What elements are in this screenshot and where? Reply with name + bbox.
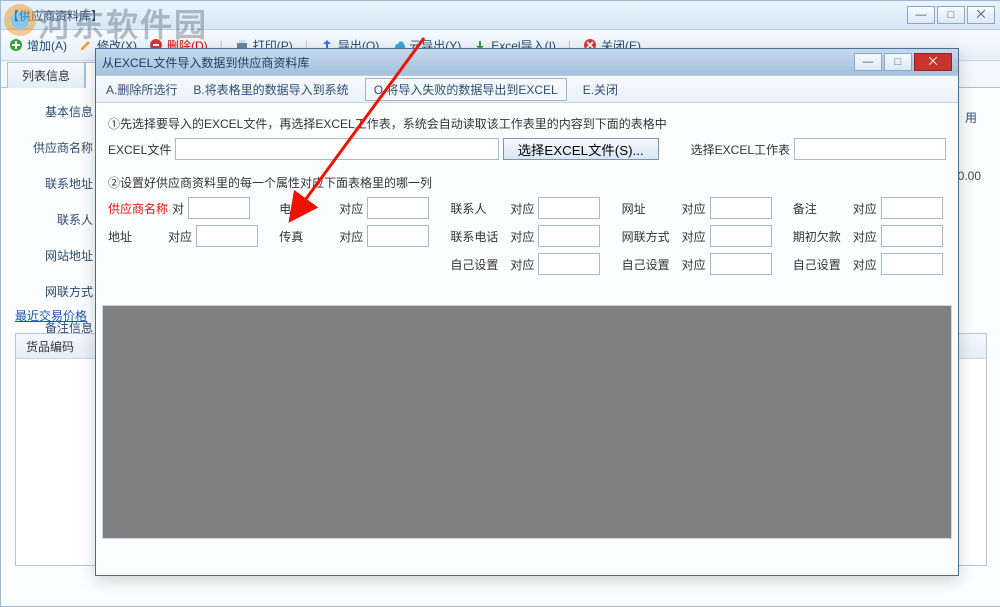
map-item xyxy=(108,253,261,275)
sheet-select[interactable] xyxy=(794,138,946,160)
map-item: 联系电话 对应 xyxy=(450,225,603,247)
label-use: 用 xyxy=(965,109,977,126)
sheet-label: 选择EXCEL工作表 xyxy=(691,141,790,158)
label-basic: 基本信息 xyxy=(15,101,93,121)
map-label: 自己设置 xyxy=(450,256,506,273)
dialog-minimize-button[interactable]: — xyxy=(854,53,882,71)
label-address: 联系地址 xyxy=(15,173,93,193)
map-select[interactable] xyxy=(710,197,772,219)
dialog-body: ①先选择要导入的EXCEL文件，再选择EXCEL工作表，系统会自动读取该工作表里… xyxy=(96,103,958,285)
dialog-maximize-button[interactable]: □ xyxy=(884,53,912,71)
label-contact: 联系人 xyxy=(15,209,93,229)
map-item: 传真 对应 xyxy=(279,225,432,247)
hint-step2-text: 设置好供应商资料里的每一个属性对应下面表格里的哪一列 xyxy=(120,176,432,190)
label-netmode: 网联方式 xyxy=(15,281,93,301)
dialog-window-buttons: — □ ⨉ xyxy=(854,53,952,71)
map-item: 备注 对应 xyxy=(793,197,946,219)
map-item xyxy=(279,253,432,275)
map-suffix: 对应 xyxy=(510,200,534,217)
map-item: 供应商名称 对 xyxy=(108,197,261,219)
map-select[interactable] xyxy=(196,225,258,247)
dialog-tb-import[interactable]: B.将表格里的数据导入到系统 xyxy=(193,81,348,98)
map-select[interactable] xyxy=(538,253,600,275)
value-right: 0.00 xyxy=(958,169,981,183)
watermark-text: 河东软件园 xyxy=(38,0,208,46)
map-select[interactable] xyxy=(881,253,943,275)
map-label: 网联方式 xyxy=(622,228,678,245)
map-label: 地址 xyxy=(108,228,164,245)
map-select[interactable] xyxy=(881,225,943,247)
preview-area xyxy=(102,305,952,539)
label-website: 网站地址 xyxy=(15,245,93,265)
map-select[interactable] xyxy=(538,225,600,247)
grid-col-code[interactable]: 货品编码 xyxy=(22,334,105,358)
close-button[interactable]: ⨉ xyxy=(967,6,995,24)
minimize-button[interactable]: — xyxy=(907,6,935,24)
dialog-title: 从EXCEL文件导入数据到供应商资料库 xyxy=(102,54,854,71)
choose-file-button[interactable]: 选择EXCEL文件(S)... xyxy=(503,138,659,160)
recent-price-link[interactable]: 最近交易价格 xyxy=(15,307,87,324)
excel-file-input[interactable] xyxy=(175,138,498,160)
map-item: 期初欠款 对应 xyxy=(793,225,946,247)
map-suffix: 对应 xyxy=(339,200,363,217)
map-select[interactable] xyxy=(367,197,429,219)
hint-step1: ①先选择要导入的EXCEL文件，再选择EXCEL工作表，系统会自动读取该工作表里… xyxy=(108,115,946,132)
map-label: 网址 xyxy=(622,200,678,217)
map-item: 联系人 对应 xyxy=(450,197,603,219)
map-suffix: 对应 xyxy=(168,228,192,245)
maximize-button[interactable]: □ xyxy=(937,6,965,24)
map-label: 自己设置 xyxy=(622,256,678,273)
window-buttons: — □ ⨉ xyxy=(907,6,995,24)
dialog-tb-export-failed[interactable]: O.将导入失败的数据导出到EXCEL xyxy=(365,78,567,101)
map-item: 自己设置 对应 xyxy=(793,253,946,275)
file-label: EXCEL文件 xyxy=(108,141,171,158)
plus-icon xyxy=(9,38,23,52)
map-suffix: 对应 xyxy=(339,228,363,245)
watermark-icon xyxy=(0,0,40,40)
map-select[interactable] xyxy=(881,197,943,219)
hint-step2: ②设置好供应商资料里的每一个属性对应下面表格里的哪一列 xyxy=(108,174,946,191)
dialog-titlebar: 从EXCEL文件导入数据到供应商资料库 — □ ⨉ xyxy=(96,49,958,76)
map-item: 网址 对应 xyxy=(622,197,775,219)
dialog-tb-close[interactable]: E.关闭 xyxy=(583,81,618,98)
map-item: 地址 对应 xyxy=(108,225,261,247)
map-label: 备注 xyxy=(793,200,849,217)
map-label: 联系人 xyxy=(450,200,506,217)
map-suffix: 对应 xyxy=(510,228,534,245)
dialog-toolbar: A.删除所选行 B.将表格里的数据导入到系统 O.将导入失败的数据导出到EXCE… xyxy=(96,76,958,103)
map-label: 供应商名称 xyxy=(108,200,168,217)
map-select[interactable] xyxy=(188,197,250,219)
map-label: 期初欠款 xyxy=(793,228,849,245)
tab-list[interactable]: 列表信息 xyxy=(7,62,85,88)
label-name: 供应商名称 xyxy=(15,137,93,157)
map-item: 网联方式 对应 xyxy=(622,225,775,247)
map-suffix: 对应 xyxy=(682,256,706,273)
map-select[interactable] xyxy=(710,225,772,247)
dialog-close-button[interactable]: ⨉ xyxy=(914,53,952,71)
map-label: 自己设置 xyxy=(793,256,849,273)
dialog-tb-delete-rows[interactable]: A.删除所选行 xyxy=(106,81,177,98)
map-suffix: 对 xyxy=(172,200,184,217)
map-select[interactable] xyxy=(538,197,600,219)
map-suffix: 对应 xyxy=(853,256,877,273)
map-suffix: 对应 xyxy=(682,228,706,245)
map-suffix: 对应 xyxy=(853,228,877,245)
map-label: 联系电话 xyxy=(450,228,506,245)
file-row: EXCEL文件 选择EXCEL文件(S)... 选择EXCEL工作表 xyxy=(108,138,946,160)
map-item: 自己设置 对应 xyxy=(622,253,775,275)
map-item: 电话 对应 xyxy=(279,197,432,219)
mapping-grid: 供应商名称 对电话 对应联系人 对应网址 对应备注 对应地址 对应传真 对应联系… xyxy=(108,197,946,275)
map-label: 传真 xyxy=(279,228,335,245)
map-suffix: 对应 xyxy=(510,256,534,273)
side-labels: 基本信息 供应商名称 联系地址 联系人 网站地址 网联方式 备注信息 xyxy=(15,101,93,337)
map-select[interactable] xyxy=(710,253,772,275)
excel-import-dialog: 从EXCEL文件导入数据到供应商资料库 — □ ⨉ A.删除所选行 B.将表格里… xyxy=(95,48,959,576)
map-label: 电话 xyxy=(279,200,335,217)
map-item: 自己设置 对应 xyxy=(450,253,603,275)
map-suffix: 对应 xyxy=(853,200,877,217)
map-select[interactable] xyxy=(367,225,429,247)
map-suffix: 对应 xyxy=(682,200,706,217)
